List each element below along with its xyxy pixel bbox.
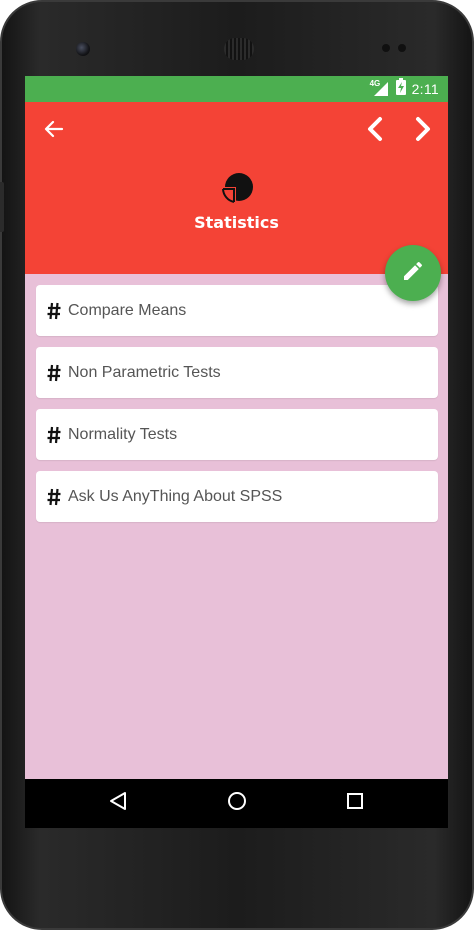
back-triangle-icon: [109, 791, 127, 816]
hash-icon: [47, 364, 61, 382]
earpiece-speaker: [224, 38, 254, 60]
nav-home-button[interactable]: [207, 779, 267, 828]
status-icons: 4G 2:11: [370, 76, 439, 102]
hash-icon: [47, 488, 61, 506]
light-sensor: [398, 44, 406, 52]
front-camera: [76, 42, 90, 56]
list-item-non-parametric-tests[interactable]: Non Parametric Tests: [36, 347, 438, 398]
hash-icon: [47, 426, 61, 444]
page-title: Statistics: [194, 213, 279, 232]
hash-icon: [47, 302, 61, 320]
system-nav-bar: [25, 779, 448, 828]
side-button-left: [0, 182, 4, 232]
list-item-compare-means[interactable]: Compare Means: [36, 285, 438, 336]
status-time: 2:11: [411, 81, 439, 97]
list-item-normality-tests[interactable]: Normality Tests: [36, 409, 438, 460]
back-button[interactable]: [34, 111, 74, 151]
topic-list: Compare Means Non Parametric Tests Norma…: [36, 285, 438, 533]
nav-back-button[interactable]: [88, 779, 148, 828]
app-screen: 4G 2:11 Statistics Compare Means Non Par…: [25, 76, 448, 828]
list-item-label: Ask Us AnyThing About SPSS: [68, 487, 283, 505]
list-item-label: Non Parametric Tests: [68, 363, 221, 381]
signal-icon: 4G: [369, 79, 390, 97]
list-item-label: Normality Tests: [68, 425, 178, 443]
network-type: 4G: [369, 79, 381, 88]
recents-square-icon: [346, 792, 364, 815]
pencil-icon: [401, 259, 425, 288]
arrow-back-icon: [44, 119, 64, 144]
home-circle-icon: [227, 791, 247, 816]
battery-icon: [395, 78, 406, 100]
header-title-block: Statistics: [25, 172, 448, 232]
pie-chart-icon: [219, 172, 255, 211]
chevron-right-icon: [413, 116, 433, 147]
list-item-label: Compare Means: [68, 301, 187, 319]
previous-button[interactable]: [355, 111, 395, 151]
proximity-sensor: [382, 44, 390, 52]
edit-fab-button[interactable]: [385, 245, 441, 301]
app-header: Statistics: [25, 102, 448, 274]
status-bar: 4G 2:11: [25, 76, 448, 102]
nav-recents-button[interactable]: [325, 779, 385, 828]
next-button[interactable]: [403, 111, 443, 151]
list-item-ask-us-anything[interactable]: Ask Us AnyThing About SPSS: [36, 471, 438, 522]
chevron-left-icon: [365, 116, 385, 147]
